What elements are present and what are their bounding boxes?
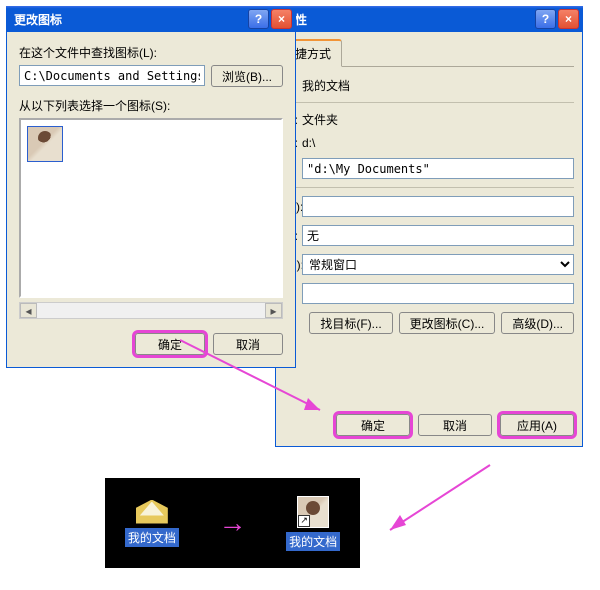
- icon-list[interactable]: [19, 118, 283, 298]
- desktop-demo: 我的文档 → ↗ 我的文档: [105, 478, 360, 568]
- icon-list-scrollbar[interactable]: ◂ ▸: [19, 302, 283, 319]
- close-button[interactable]: ×: [558, 9, 579, 29]
- start-in-input[interactable]: [302, 196, 574, 217]
- arrow-annotation: [380, 465, 500, 545]
- arrow-icon: →: [219, 507, 247, 539]
- icon-path-input[interactable]: [19, 65, 205, 86]
- help-button[interactable]: ?: [248, 9, 269, 29]
- scroll-left-icon[interactable]: ◂: [20, 303, 37, 318]
- desktop-icon-after[interactable]: ↗ 我的文档: [286, 496, 340, 551]
- folder-icon: [136, 500, 168, 524]
- icon-thumbnail[interactable]: [27, 126, 63, 162]
- location-value: d:\: [302, 136, 574, 150]
- search-in-label: 在这个文件中查找图标(L):: [19, 44, 283, 61]
- advanced-button[interactable]: 高级(D)...: [501, 312, 574, 334]
- arrow-annotation: [180, 340, 350, 430]
- target-input[interactable]: [302, 158, 574, 179]
- properties-titlebar[interactable]: 属性 ? ×: [275, 6, 583, 32]
- custom-icon: ↗: [297, 496, 329, 528]
- change-icon-button[interactable]: 更改图标(C)...: [399, 312, 496, 334]
- find-target-button[interactable]: 找目标(F)...: [309, 312, 392, 334]
- change-icon-title: 更改图标: [14, 11, 246, 28]
- run-select[interactable]: 常规窗口: [302, 254, 574, 275]
- type-value: 文件夹: [302, 111, 574, 128]
- props-cancel-button[interactable]: 取消: [418, 414, 492, 436]
- shortcut-name: 我的文档: [302, 77, 574, 94]
- help-button[interactable]: ?: [535, 9, 556, 29]
- properties-title: 属性: [283, 11, 533, 28]
- shortcut-overlay-icon: ↗: [298, 515, 310, 527]
- shortcut-key-input[interactable]: [302, 225, 574, 246]
- props-apply-button[interactable]: 应用(A): [500, 414, 574, 436]
- close-button[interactable]: ×: [271, 9, 292, 29]
- change-icon-dialog: 更改图标 ? × 在这个文件中查找图标(L): 浏览(B)... 从以下列表选择…: [6, 6, 296, 368]
- tabstrip: 捷方式: [284, 38, 574, 67]
- comment-input[interactable]: [302, 283, 574, 304]
- desktop-icon-caption: 我的文档: [286, 532, 340, 551]
- browse-button[interactable]: 浏览(B)...: [211, 65, 283, 87]
- desktop-icon-caption: 我的文档: [125, 528, 179, 547]
- desktop-icon-before[interactable]: 我的文档: [125, 500, 179, 547]
- scroll-right-icon[interactable]: ▸: [265, 303, 282, 318]
- change-icon-titlebar[interactable]: 更改图标 ? ×: [6, 6, 296, 32]
- select-icon-label: 从以下列表选择一个图标(S):: [19, 97, 283, 114]
